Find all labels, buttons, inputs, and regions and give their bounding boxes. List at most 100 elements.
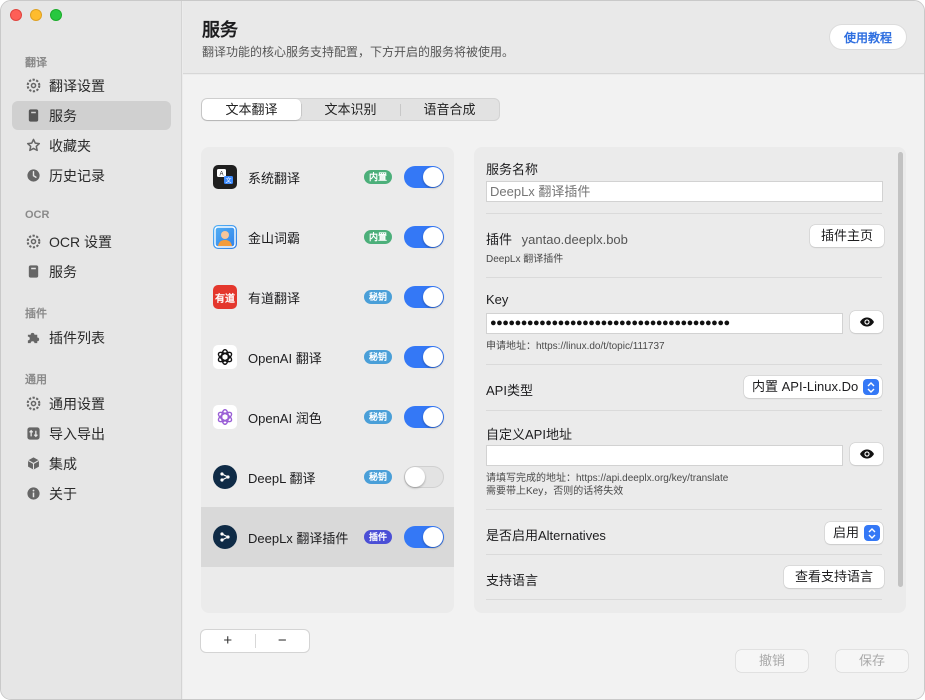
eye-icon — [859, 315, 875, 330]
service-badge: 内置 — [364, 230, 393, 244]
divider — [486, 410, 882, 411]
deepl-icon — [213, 465, 237, 489]
plugin-description: DeepLx 翻译插件 — [486, 254, 564, 265]
service-list: A文 系统翻译 内置 金山词霸 内置 有道 有道翻译 秘钥 OpenAI 翻译 … — [201, 147, 454, 613]
service-toggle[interactable] — [404, 466, 444, 488]
sidebar-item-label: OCR 设置 — [49, 233, 112, 250]
service-name: DeepLx 翻译插件 — [248, 530, 349, 546]
list-item[interactable]: OpenAI 翻译 秘钥 — [201, 327, 454, 387]
service-type-tabs: 文本翻译 文本识别 语音合成 — [201, 98, 500, 121]
revert-button[interactable]: 撤销 — [736, 650, 808, 672]
page-subtitle: 翻译功能的核心服务支持配置，下方开启的服务将被使用。 — [202, 45, 515, 59]
sidebar-item-label: 收藏夹 — [49, 137, 91, 154]
alternatives-label: 是否启用Alternatives — [486, 528, 606, 543]
list-item[interactable]: A文 系统翻译 内置 — [201, 147, 454, 207]
system-translate-icon: A文 — [213, 165, 237, 189]
deeplx-icon — [213, 525, 237, 549]
svg-text:A: A — [219, 172, 223, 178]
divider — [486, 277, 882, 278]
key-label: Key — [486, 292, 509, 307]
sidebar-item-plugin-list[interactable]: 插件列表 — [12, 323, 171, 352]
alternatives-select[interactable]: 启用 — [825, 522, 884, 544]
remove-service-button[interactable]: − — [256, 630, 310, 652]
page-title: 服务 — [202, 20, 238, 40]
custom-api-hint: 请填写完成的地址：https://api.deeplx.org/key/tran… — [486, 473, 729, 484]
sidebar-item-history[interactable]: 历史记录 — [12, 161, 171, 190]
service-badge: 秘钥 — [364, 290, 393, 304]
sidebar-section-plugins: 插件 — [25, 308, 47, 320]
sidebar-item-label: 集成 — [49, 455, 77, 472]
add-service-button[interactable]: + — [201, 633, 256, 648]
sidebar-section-ocr: OCR — [25, 209, 50, 221]
list-item[interactable]: DeepL 翻译 秘钥 — [201, 447, 454, 507]
divider — [486, 213, 882, 214]
view-languages-button[interactable]: 查看支持语言 — [784, 566, 885, 588]
service-name: 有道翻译 — [248, 290, 301, 306]
sidebar-item-favorites[interactable]: 收藏夹 — [12, 131, 171, 160]
service-detail-panel: 服务名称 插件 yantao.deeplx.bob 插件主页 DeepLx 翻译… — [474, 147, 906, 613]
plugin-home-button[interactable]: 插件主页 — [810, 225, 885, 247]
list-item[interactable]: 金山词霸 内置 — [201, 207, 454, 267]
main-content: 文本翻译 文本识别 语音合成 A文 系统翻译 内置 金山词霸 内置 有道 有道翻… — [183, 75, 924, 699]
sidebar-item-translate-settings[interactable]: 翻译设置 — [12, 71, 171, 100]
list-item[interactable]: 有道 有道翻译 秘钥 — [201, 267, 454, 327]
close-window-button[interactable] — [10, 9, 22, 21]
tutorial-button[interactable]: 使用教程 — [829, 25, 906, 49]
service-toggle[interactable] — [404, 226, 444, 248]
sidebar-item-about[interactable]: 关于 — [12, 479, 171, 508]
service-toggle[interactable] — [404, 406, 444, 428]
custom-api-hint-key: 需要带上Key，否则的话将失效 — [486, 486, 624, 497]
service-toggle[interactable] — [404, 286, 444, 308]
show-custom-api-button[interactable] — [850, 443, 883, 465]
service-badge: 内置 — [364, 170, 393, 184]
service-toggle[interactable] — [404, 346, 444, 368]
sidebar-item-general-settings[interactable]: 通用设置 — [12, 389, 171, 418]
scrollbar[interactable] — [898, 152, 903, 587]
list-item[interactable]: OpenAI 润色 秘钥 — [201, 387, 454, 447]
plugin-label: 插件 yantao.deeplx.bob — [486, 232, 628, 247]
service-toggle[interactable] — [404, 526, 444, 548]
list-item[interactable]: DeepLx 翻译插件 插件 — [201, 507, 454, 567]
divider — [486, 364, 882, 365]
info-icon — [25, 486, 41, 502]
sidebar-item-services[interactable]: 服务 — [12, 101, 171, 130]
save-button[interactable]: 保存 — [836, 650, 908, 672]
api-type-value: 内置 API-Linux.Do — [752, 379, 859, 394]
service-name: OpenAI 润色 — [248, 410, 322, 426]
custom-api-field[interactable] — [486, 445, 843, 466]
sidebar-item-label: 导入导出 — [49, 425, 105, 442]
service-name-field[interactable] — [486, 181, 883, 202]
divider — [486, 599, 882, 600]
languages-label: 支持语言 — [486, 573, 539, 588]
divider — [486, 509, 882, 510]
maximize-window-button[interactable] — [50, 9, 62, 21]
sidebar-item-import-export[interactable]: 导入导出 — [12, 419, 171, 448]
minimize-window-button[interactable] — [30, 9, 42, 21]
service-name: 系统翻译 — [248, 170, 301, 186]
api-type-select[interactable]: 内置 API-Linux.Do — [744, 376, 883, 398]
sidebar-item-ocr-services[interactable]: 服务 — [12, 257, 171, 286]
sidebar-item-integration[interactable]: 集成 — [12, 449, 171, 478]
tab-text-recognition[interactable]: 文本识别 — [301, 99, 400, 120]
tab-speech-synthesis[interactable]: 语音合成 — [400, 99, 499, 120]
key-field[interactable]: ●●●●●●●●●●●●●●●●●●●●●●●●●●●●●●●●●●●●●●● — [486, 313, 843, 334]
sidebar-item-label: 插件列表 — [49, 329, 105, 346]
list-add-remove-control: + − — [201, 630, 309, 652]
book-icon — [25, 264, 41, 280]
service-toggle[interactable] — [404, 166, 444, 188]
show-key-button[interactable] — [850, 311, 883, 333]
sidebar-item-label: 服务 — [49, 107, 77, 124]
service-name: 金山词霸 — [248, 230, 301, 246]
tab-text-translation[interactable]: 文本翻译 — [202, 99, 301, 120]
service-name: OpenAI 翻译 — [248, 350, 322, 366]
key-hint: 申请地址：https://linux.do/t/topic/111737 — [486, 341, 665, 352]
api-type-label: API类型 — [486, 383, 533, 398]
page-header: 服务 翻译功能的核心服务支持配置，下方开启的服务将被使用。 使用教程 — [183, 1, 924, 74]
sidebar: 翻译 翻译设置 服务 收藏夹 历史记录 OCR OCR 设置 服务 插件 插件列… — [1, 1, 182, 699]
service-badge: 插件 — [364, 530, 393, 544]
iciba-icon — [213, 225, 237, 249]
service-badge: 秘钥 — [364, 350, 393, 364]
sidebar-item-ocr-settings[interactable]: OCR 设置 — [12, 227, 171, 256]
service-badge: 秘钥 — [364, 410, 393, 424]
custom-api-label: 自定义API地址 — [486, 427, 572, 442]
